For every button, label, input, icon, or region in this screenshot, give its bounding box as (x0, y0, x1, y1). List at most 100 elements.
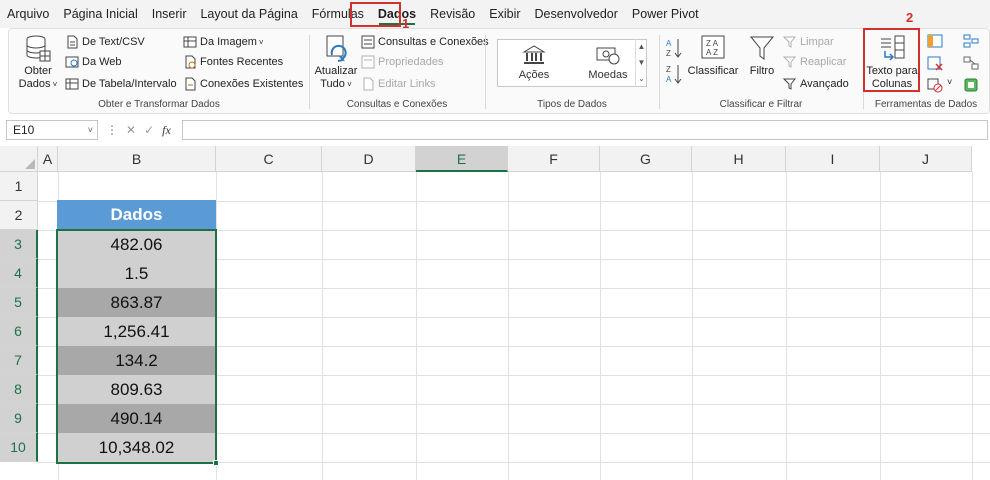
row-header-3[interactable]: 3 (0, 230, 38, 259)
column-header-j[interactable]: J (880, 146, 972, 172)
data-cell[interactable]: 10,348.02 (57, 433, 216, 462)
gallery-up-icon[interactable]: ▲ (636, 39, 647, 55)
row-header-7[interactable]: 7 (0, 346, 38, 375)
currency-icon (596, 47, 620, 65)
fontes-recentes-button[interactable]: Fontes Recentes (183, 53, 283, 71)
menu-desenvolvedor[interactable]: Desenvolvedor (528, 0, 625, 28)
acoes-button[interactable]: Ações (504, 44, 564, 81)
table-header-cell[interactable]: Dados (57, 200, 216, 230)
data-validation-icon[interactable] (927, 77, 943, 93)
bank-icon (522, 45, 546, 64)
row-header-4[interactable]: 4 (0, 259, 38, 288)
group-obter-transformar: Obter Dados ˅ De Text/CSV Da Web De Tabe… (9, 29, 309, 113)
column-header-i[interactable]: I (786, 146, 880, 172)
formula-input[interactable] (182, 120, 988, 140)
cancel-icon[interactable]: ✕ (126, 123, 136, 137)
table-icon (65, 78, 79, 90)
menu-layout[interactable]: Layout da Página (193, 0, 304, 28)
texto-para-colunas-button[interactable]: Texto para Colunas (865, 33, 919, 91)
menu-power-pivot[interactable]: Power Pivot (625, 0, 706, 28)
conexoes-existentes-button[interactable]: Conexões Existentes (183, 75, 303, 93)
group-consultas-conexoes: Atualizar Tudo ˅ Consultas e Conexões Pr… (309, 29, 489, 113)
filtro-button[interactable]: Filtro (745, 33, 779, 78)
menu-inserir[interactable]: Inserir (145, 0, 194, 28)
edit-links-icon (363, 77, 374, 91)
menu-revisao[interactable]: Revisão (423, 0, 482, 28)
fill-handle[interactable] (213, 460, 219, 466)
remove-duplicates-icon[interactable] (927, 55, 943, 71)
sort-za-icon[interactable]: ZA (665, 63, 683, 85)
data-cell[interactable]: 134.2 (57, 346, 216, 375)
name-box[interactable]: E10 ˅ (6, 120, 98, 140)
select-all-corner[interactable] (0, 146, 38, 172)
svg-text:A: A (666, 39, 672, 48)
svg-text:A: A (666, 75, 672, 84)
chevron-down-icon[interactable]: ˅ (88, 121, 93, 139)
sort-dialog-icon: Z AA Z (701, 35, 725, 59)
classificar-button[interactable]: Z AA Z Classificar (685, 33, 741, 78)
row-header-8[interactable]: 8 (0, 375, 38, 404)
de-tabela-button[interactable]: De Tabela/Intervalo (65, 75, 177, 93)
moedas-button[interactable]: Moedas (578, 44, 638, 81)
obter-dados-button[interactable]: Obter Dados ˅ (15, 33, 61, 91)
column-header-e[interactable]: E (416, 146, 508, 172)
menu-dados[interactable]: Dados (371, 0, 423, 28)
row-header-10[interactable]: 10 (0, 433, 38, 462)
column-header-h[interactable]: H (692, 146, 786, 172)
reaplicar-label: Reaplicar (800, 56, 847, 68)
chevron-down-icon[interactable]: ˅ (947, 77, 952, 87)
atualizar-tudo-button[interactable]: Atualizar Tudo ˅ (311, 33, 361, 91)
moedas-label: Moedas (588, 69, 628, 81)
gallery-more-icon[interactable]: ⌄ (636, 71, 647, 87)
menu-pagina-inicial[interactable]: Página Inicial (56, 0, 144, 28)
atualizar-label-1: Atualizar (314, 65, 358, 77)
relationships-icon[interactable] (963, 55, 979, 71)
database-icon (26, 35, 51, 62)
menu-formulas[interactable]: Fórmulas (305, 0, 371, 28)
reaplicar-button[interactable]: Reaplicar (783, 53, 846, 71)
row-header-9[interactable]: 9 (0, 404, 38, 433)
insert-function-icon[interactable]: fx (162, 123, 171, 138)
row-header-2[interactable]: 2 (0, 201, 38, 230)
fontes-recentes-label: Fontes Recentes (200, 56, 284, 68)
refresh-icon (326, 35, 347, 62)
column-header-c[interactable]: C (216, 146, 322, 172)
da-imagem-button[interactable]: Da Imagem ˅ (183, 33, 264, 51)
data-cell[interactable]: 1.5 (57, 259, 216, 288)
de-text-csv-label: De Text/CSV (82, 36, 145, 48)
row-header-6[interactable]: 6 (0, 317, 38, 346)
column-header-a[interactable]: A (38, 146, 58, 172)
data-model-icon[interactable] (963, 77, 979, 93)
menu-arquivo[interactable]: Arquivo (0, 0, 56, 28)
limpar-button[interactable]: Limpar (783, 33, 834, 51)
svg-text:A Z: A Z (706, 48, 718, 57)
formula-controls: ⋮ ✕ ✓ fx (106, 120, 180, 140)
properties-icon (361, 55, 375, 69)
gallery-down-icon[interactable]: ▼ (636, 55, 647, 71)
document-icon (67, 35, 78, 49)
data-cell[interactable]: 490.14 (57, 404, 216, 433)
flash-fill-icon[interactable] (927, 33, 943, 49)
data-cell[interactable]: 863.87 (57, 288, 216, 317)
consolidate-icon[interactable] (963, 33, 979, 49)
column-header-d[interactable]: D (322, 146, 416, 172)
consultas-conexoes-button[interactable]: Consultas e Conexões (361, 33, 489, 51)
column-header-g[interactable]: G (600, 146, 692, 172)
de-text-csv-button[interactable]: De Text/CSV (65, 33, 145, 51)
menu-exibir[interactable]: Exibir (482, 0, 527, 28)
group-label-classificar: Classificar e Filtrar (719, 99, 803, 110)
column-header-f[interactable]: F (508, 146, 600, 172)
propriedades-button[interactable]: Propriedades (361, 53, 443, 71)
column-header-b[interactable]: B (58, 146, 216, 172)
sort-az-icon[interactable]: AZ (665, 37, 683, 59)
data-cell[interactable]: 1,256.41 (57, 317, 216, 346)
da-web-button[interactable]: Da Web (65, 53, 122, 71)
enter-icon[interactable]: ✓ (144, 123, 154, 137)
data-types-gallery: Ações Moedas (497, 39, 647, 87)
editar-links-button[interactable]: Editar Links (361, 75, 435, 93)
data-cell[interactable]: 482.06 (57, 230, 216, 259)
data-cell[interactable]: 809.63 (57, 375, 216, 404)
row-header-5[interactable]: 5 (0, 288, 38, 317)
avancado-button[interactable]: Avançado (783, 75, 849, 93)
row-header-1[interactable]: 1 (0, 172, 38, 201)
